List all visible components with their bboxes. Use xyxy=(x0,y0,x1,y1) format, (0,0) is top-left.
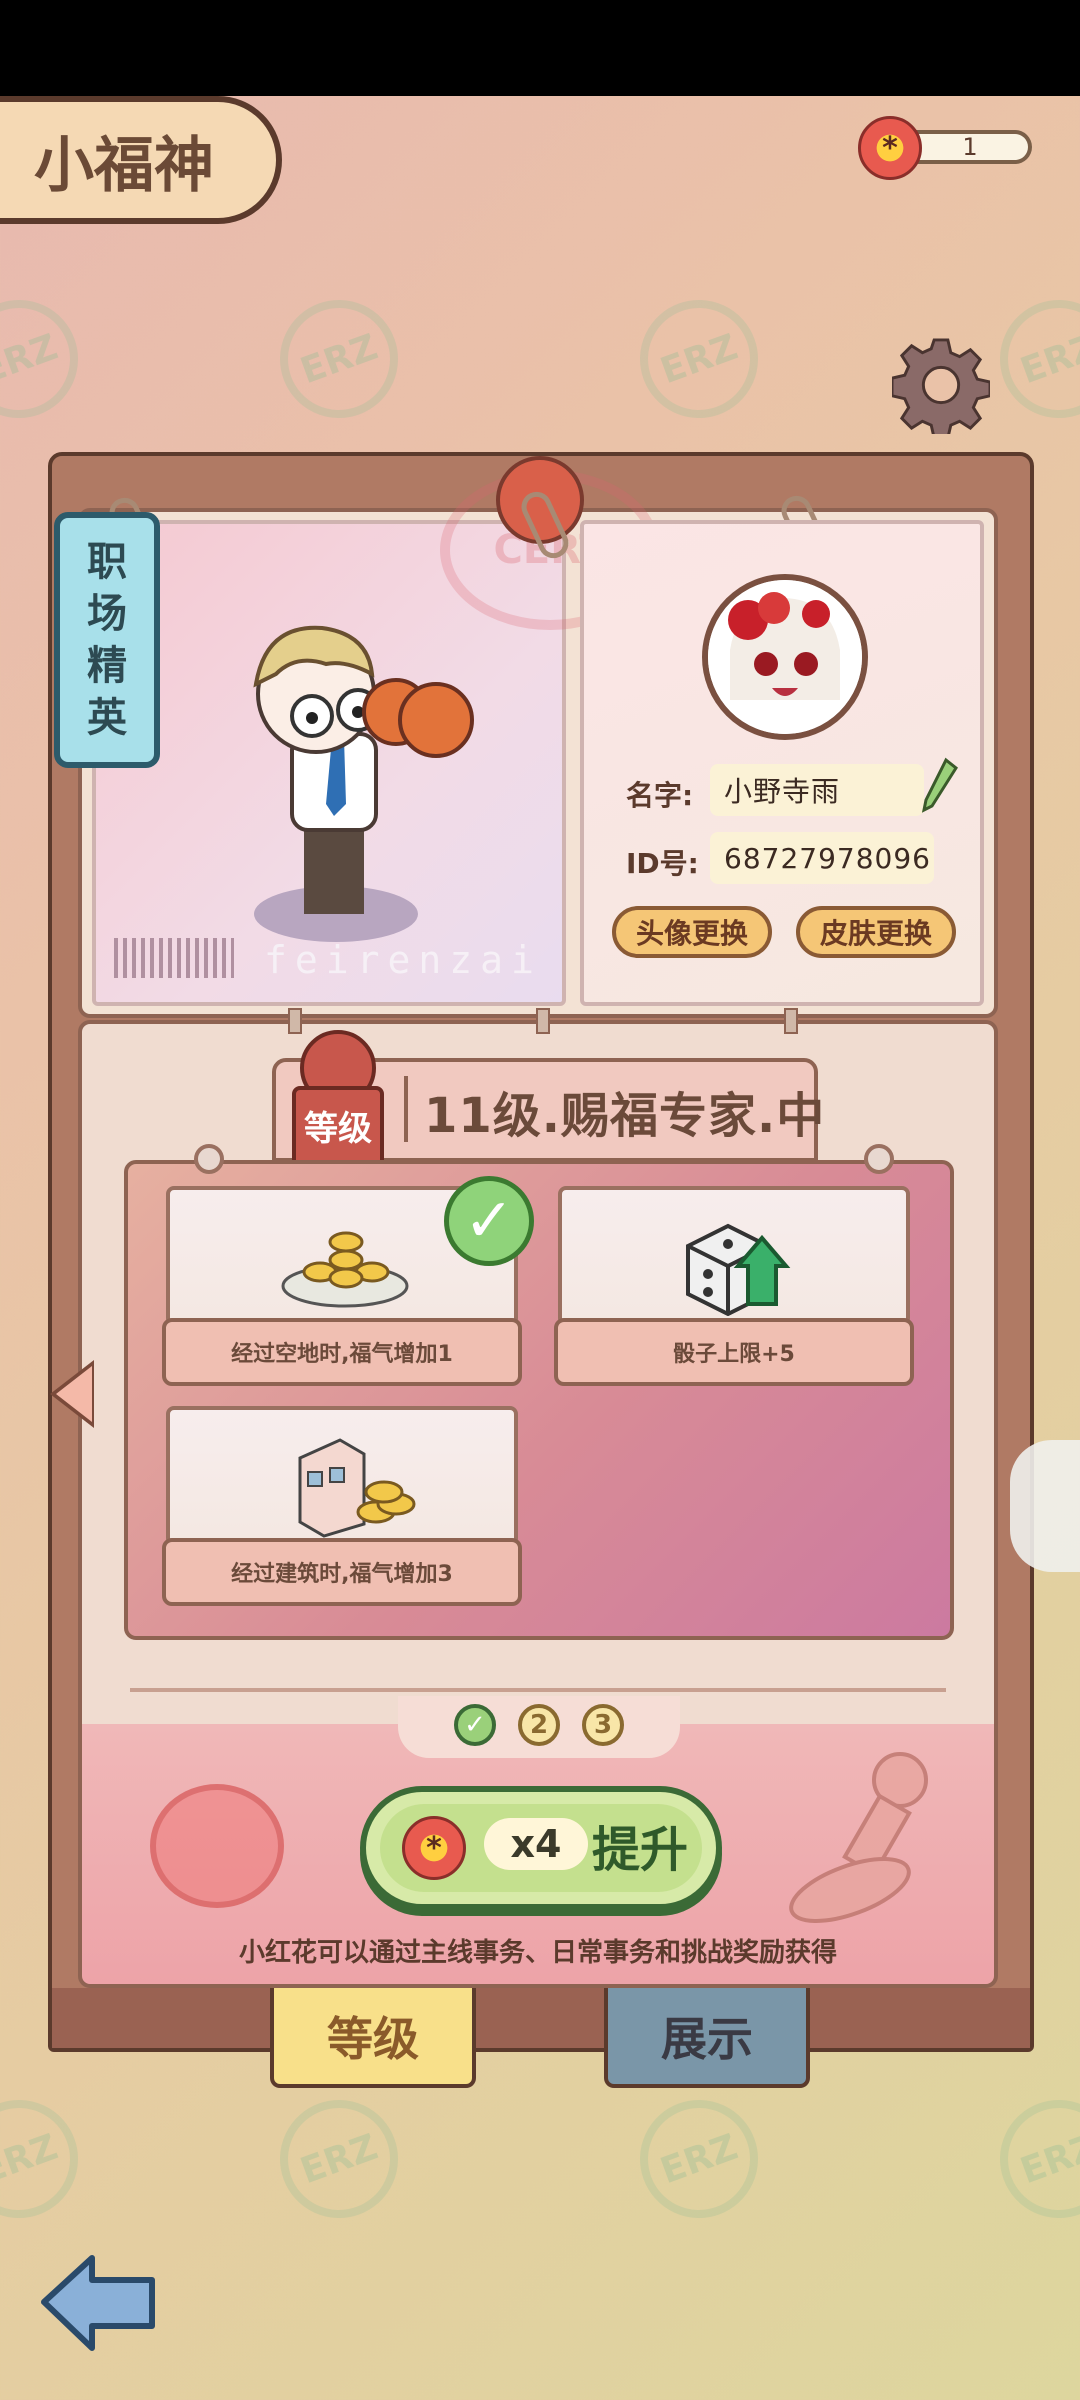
page-title: 小福神 xyxy=(0,96,282,224)
avatar[interactable] xyxy=(702,574,868,740)
pin xyxy=(864,1144,894,1174)
level-title: 11级.赐福专家.中 xyxy=(424,1088,826,1144)
perk-image-frame xyxy=(558,1186,910,1326)
level-badge: 等级 xyxy=(292,1086,384,1164)
watermark-badge: ERZ xyxy=(0,283,95,435)
building-coins-icon xyxy=(298,1438,416,1538)
stamp-tool-icon xyxy=(789,1752,928,1923)
pencil-icon[interactable] xyxy=(920,756,960,816)
name-label: 名字: xyxy=(626,779,694,812)
panel-bottom xyxy=(52,1988,1030,2048)
photo-caption: feirenzai xyxy=(264,938,542,982)
change-avatar-button[interactable]: 头像更换 xyxy=(612,906,772,958)
badge-char: 职 xyxy=(87,539,127,585)
red-flower-icon: * xyxy=(402,1816,466,1880)
upgrade-button[interactable]: * x4 提升 xyxy=(360,1786,722,1910)
badge-char: 场 xyxy=(87,591,127,637)
change-skin-button[interactable]: 皮肤更换 xyxy=(796,906,956,958)
perk-label: 经过空地时,福气增加1 xyxy=(162,1318,522,1386)
currency-counter: 1 * xyxy=(858,116,1036,180)
check-icon: ✓ xyxy=(444,1176,534,1266)
badge-char: 英 xyxy=(87,695,127,741)
pin xyxy=(194,1144,224,1174)
perk-item: 经过建筑时,福气增加3 xyxy=(162,1406,522,1606)
watermark-badge: ERZ xyxy=(263,283,415,435)
name-field: 小野寺雨 xyxy=(710,764,924,816)
badge-char: 精 xyxy=(87,643,127,689)
upgrade-label: 提升 xyxy=(592,1822,689,1878)
prev-arrow-fill xyxy=(56,1366,92,1422)
hint-text: 小红花可以通过主线事务、日常事务和挑战奖励获得 xyxy=(238,1938,837,1968)
watermark-badge: ERZ xyxy=(623,283,775,435)
perk-image-frame xyxy=(166,1406,518,1546)
perk-label: 骰子上限+5 xyxy=(554,1318,914,1386)
id-label: ID号: xyxy=(626,847,699,880)
perk-label: 经过建筑时,福气增加3 xyxy=(162,1538,522,1606)
separator xyxy=(130,1688,946,1692)
wax-seal xyxy=(150,1784,284,1908)
gear-icon[interactable] xyxy=(892,336,990,434)
dice-arrow-icon xyxy=(686,1223,791,1316)
tab-level[interactable]: 等级 xyxy=(270,1988,476,2088)
watermark-badge: ERZ xyxy=(263,2083,415,2235)
perk-item: 骰子上限+5 xyxy=(554,1186,914,1386)
watermark-badge: ERZ xyxy=(0,2083,95,2235)
status-bar xyxy=(0,0,1080,96)
upgrade-cost: x4 xyxy=(484,1818,588,1870)
id-field: 68727978096 xyxy=(710,832,934,884)
title-badge: 职 场 精 英 xyxy=(54,512,160,768)
ring xyxy=(784,1008,798,1034)
back-arrow-icon[interactable] xyxy=(36,2250,160,2354)
barcode xyxy=(114,938,234,978)
gold-coins-icon xyxy=(281,1231,409,1308)
divider xyxy=(404,1076,408,1142)
step-number: 3 xyxy=(582,1704,624,1746)
ring xyxy=(536,1008,550,1034)
watermark-badge: ERZ xyxy=(983,2083,1080,2235)
watermark-badge: ERZ xyxy=(623,2083,775,2235)
currency-value: 1 xyxy=(908,130,1032,164)
step-indicator: ✓ 2 3 xyxy=(398,1696,680,1758)
ring xyxy=(288,1008,302,1034)
tab-display[interactable]: 展示 xyxy=(604,1988,810,2088)
red-flower-icon: * xyxy=(858,116,922,180)
step-number: 2 xyxy=(518,1704,560,1746)
side-float-button[interactable] xyxy=(1010,1440,1080,1572)
watermark-badge: ERZ xyxy=(983,283,1080,435)
step-done-icon: ✓ xyxy=(454,1704,496,1746)
